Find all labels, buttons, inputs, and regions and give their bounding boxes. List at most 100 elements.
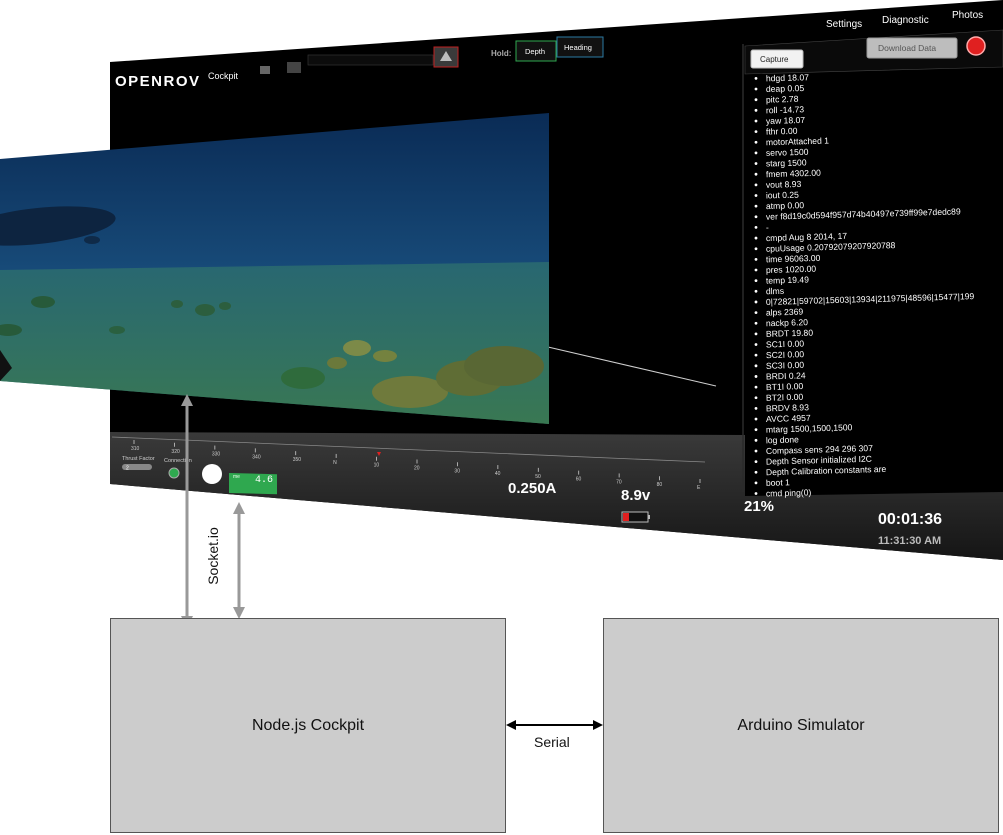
compass-tick-label: 40 [495,471,501,477]
telemetry-item: servo 1500 [766,147,809,158]
seaweed [195,304,215,316]
telemetry-item: boot 1 [766,477,790,488]
logo-text: OPENROV [115,73,201,90]
connection-label: Connection [164,458,192,464]
telemetry-bullet [754,77,758,80]
telemetry-bullet [754,481,758,485]
telemetry-bullet [754,130,758,134]
telemetry-item: atmp 0.00 [766,200,805,211]
telemetry-item: dlms [766,286,784,297]
telemetry-item: cmd ping(0) [766,487,812,498]
telemetry-item: iout 0.25 [766,190,799,201]
seaweed [109,326,125,334]
telemetry-item: alps 2369 [766,307,804,318]
battery-level [623,513,629,521]
download-data-label: Download Data [878,43,936,53]
compass-tick-label: 310 [131,446,140,452]
telemetry-bullet [754,87,758,91]
telemetry-bullet [754,289,758,293]
telemetry-item: pitc 2.78 [766,94,799,105]
video-feed [0,113,549,424]
serial-label: Serial [534,734,570,750]
voltage-readout: 8.9v [621,487,651,504]
telemetry-bullet [754,151,758,155]
telemetry-bullet [754,236,758,240]
telemetry-item: deap 0.05 [766,83,805,94]
cpu-readout: 21% [744,498,774,515]
nav-settings[interactable]: Settings [826,19,862,30]
compass-tick-label: 340 [252,454,261,460]
telemetry-item: BRDI 0.24 [766,370,806,381]
hold-depth-label: Depth [525,47,545,56]
telemetry-bullet [754,98,758,102]
hold-heading-label: Heading [564,43,592,52]
telemetry-bullet [754,375,758,378]
telemetry-item: temp 19.49 [766,274,809,285]
telemetry-item: starg 1500 [766,157,807,168]
telemetry-bullet [754,460,758,464]
telemetry-bullet [754,204,758,208]
telemetry-item: log done [766,434,799,445]
compass-tick-label: 30 [454,468,460,474]
telemetry-item: vout 8.93 [766,179,802,190]
light-toggle[interactable] [202,464,222,484]
video-icon[interactable] [287,62,301,73]
telemetry-item: - [766,222,769,232]
timer-readout: 00:01:36 [878,511,942,528]
telemetry-bullet [754,194,758,197]
telemetry-bullet [754,417,758,421]
telemetry-item: SC3I 0.00 [766,360,805,371]
telemetry-item: pres 1020.00 [766,264,817,275]
telemetry-bullet [754,396,758,400]
nav-photos[interactable]: Photos [952,10,983,21]
telemetry-bullet [754,343,758,346]
nodejs-cockpit-box: Node.js Cockpit [110,618,506,833]
telemetry-item: SC2I 0.00 [766,349,805,360]
telemetry-bullet [754,311,758,314]
telemetry-bullet [754,321,758,325]
clock-readout: 11:31:30 AM [878,535,941,547]
telemetry-item: fthr 0.00 [766,126,798,137]
depth-value: 4.6 [255,475,273,486]
thrust-factor-value: 2 [126,466,129,472]
nodejs-cockpit-label: Node.js Cockpit [251,716,365,734]
telemetry-bullet [754,119,758,123]
telemetry-bullet [754,247,758,251]
telemetry-item: BRDV 8.93 [766,402,809,413]
telemetry-item: AVCC 4957 [766,413,811,424]
capture-label: Capture [760,55,789,64]
telemetry-bullet [754,172,758,176]
compass-tick-label: 350 [293,457,302,463]
telemetry-bullet [754,162,758,165]
telemetry-bullet [754,108,758,112]
seaweed [219,302,231,310]
record-indicator[interactable] [966,36,986,56]
thrust-factor-label: Thrust Factor [122,456,155,462]
telemetry-bullet [754,140,758,144]
seaweed [171,300,183,308]
telemetry-bullet [754,353,758,357]
cockpit-screenshot: Settings Diagnostic Photos OPENROV Cockp… [0,0,1003,560]
telemetry-bullet [754,428,758,432]
compass-tick-label: 70 [616,479,622,485]
compass-tick-label: 50 [535,474,541,480]
telemetry-item: time 96063.00 [766,253,821,265]
arduino-simulator-box: Arduino Simulator [603,618,999,833]
telemetry-bullet [754,279,758,283]
hold-label: Hold: [491,49,511,58]
nav-diagnostic[interactable]: Diagnostic [882,15,929,26]
telemetry-bullet [754,332,758,336]
telemetry-item: BRDT 19.80 [766,328,814,339]
socketio-label: Socket.io [205,527,221,585]
telemetry-item: BT2I 0.00 [766,392,804,403]
rock [373,350,397,362]
telemetry-item: fmem 4302.00 [766,168,821,180]
telemetry-bullet [754,470,758,474]
telemetry-item: BT1I 0.00 [766,381,804,392]
seaweed [31,296,55,308]
compass-tick-label: 320 [171,449,180,455]
camera-icon[interactable] [260,66,270,74]
status-input-bar [307,54,434,66]
telemetry-bullet [754,438,758,442]
compass-tick-label: 10 [374,463,380,469]
